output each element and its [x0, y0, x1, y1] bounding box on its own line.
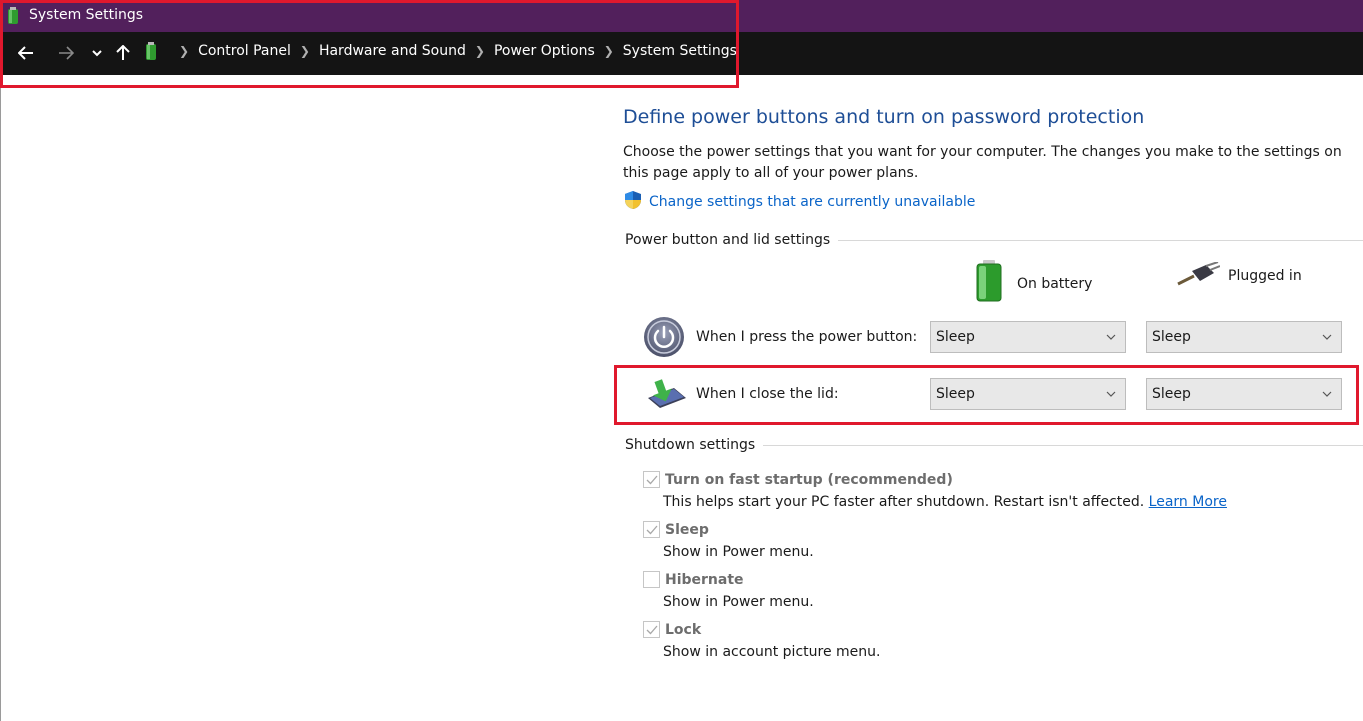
sleep-checkbox[interactable] — [643, 521, 660, 538]
select-value: Sleep — [936, 386, 975, 402]
close-lid-plugged-select[interactable]: Sleep — [1146, 378, 1342, 410]
power-button-icon — [643, 316, 685, 362]
hibernate-label: Hibernate — [665, 571, 744, 588]
breadcrumb-system-settings[interactable]: System Settings — [623, 43, 737, 59]
chevron-down-icon — [1321, 388, 1333, 404]
window-title: System Settings — [29, 7, 144, 23]
laptop-lid-icon — [644, 376, 688, 416]
lock-description: Show in account picture menu. — [663, 644, 881, 660]
lock-label: Lock — [665, 621, 702, 638]
hibernate-checkbox[interactable] — [643, 571, 660, 588]
window-border — [0, 75, 1, 721]
lock-option: Lock — [643, 621, 701, 638]
learn-more-link[interactable]: Learn More — [1149, 494, 1227, 510]
on-battery-label: On battery — [1017, 276, 1093, 292]
breadcrumb-power-options[interactable]: Power Options — [494, 43, 595, 59]
plugged-in-header: Plugged in — [1176, 261, 1302, 290]
chevron-right-icon[interactable]: ❯ — [604, 44, 614, 58]
lock-checkbox[interactable] — [643, 621, 660, 638]
close-lid-label: When I close the lid: — [696, 386, 839, 402]
chevron-down-icon — [1105, 388, 1117, 404]
up-arrow-icon[interactable] — [112, 42, 134, 64]
select-value: Sleep — [1152, 329, 1191, 345]
power-plug-icon — [1176, 261, 1221, 290]
address-bar: ❯ Control Panel ❯ Hardware and Sound ❯ P… — [0, 32, 1363, 75]
battery-icon — [973, 260, 1005, 306]
sleep-description: Show in Power menu. — [663, 544, 814, 560]
chevron-right-icon[interactable]: ❯ — [179, 44, 189, 58]
select-value: Sleep — [1152, 386, 1191, 402]
breadcrumb: ❯ Control Panel ❯ Hardware and Sound ❯ P… — [170, 43, 737, 59]
forward-arrow-icon[interactable] — [55, 42, 77, 64]
fast-startup-option: Turn on fast startup (recommended) — [643, 471, 953, 488]
power-section-title: Power button and lid settings — [625, 232, 839, 248]
breadcrumb-hardware-and-sound[interactable]: Hardware and Sound — [319, 43, 466, 59]
on-battery-header: On battery — [973, 260, 1093, 306]
change-settings-link[interactable]: Change settings that are currently unava… — [623, 190, 975, 214]
battery-app-icon — [6, 7, 20, 29]
power-button-battery-select[interactable]: Sleep — [930, 321, 1126, 353]
shutdown-section-title: Shutdown settings — [625, 437, 764, 453]
plugged-in-label: Plugged in — [1228, 268, 1302, 284]
hibernate-description: Show in Power menu. — [663, 594, 814, 610]
chevron-down-icon — [1321, 331, 1333, 347]
back-arrow-icon[interactable] — [15, 42, 37, 64]
power-button-plugged-select[interactable]: Sleep — [1146, 321, 1342, 353]
uac-shield-icon — [623, 190, 643, 214]
battery-location-icon — [144, 41, 158, 65]
select-value: Sleep — [936, 329, 975, 345]
chevron-down-icon[interactable] — [86, 42, 108, 64]
sleep-label: Sleep — [665, 521, 709, 538]
fast-startup-label: Turn on fast startup (recommended) — [665, 471, 953, 488]
fast-startup-description-text: This helps start your PC faster after sh… — [663, 494, 1145, 510]
change-settings-text[interactable]: Change settings that are currently unava… — [649, 194, 975, 210]
sleep-option: Sleep — [643, 521, 709, 538]
chevron-right-icon[interactable]: ❯ — [475, 44, 485, 58]
fast-startup-checkbox[interactable] — [643, 471, 660, 488]
page-description: Choose the power settings that you want … — [623, 144, 1342, 181]
chevron-right-icon[interactable]: ❯ — [300, 44, 310, 58]
close-lid-battery-select[interactable]: Sleep — [930, 378, 1126, 410]
fast-startup-description: This helps start your PC faster after sh… — [663, 494, 1227, 510]
chevron-down-icon — [1105, 331, 1117, 347]
page-title: Define power buttons and turn on passwor… — [623, 106, 1145, 128]
hibernate-option: Hibernate — [643, 571, 744, 588]
breadcrumb-control-panel[interactable]: Control Panel — [198, 43, 291, 59]
title-bar: System Settings — [0, 0, 1363, 32]
power-button-label: When I press the power button: — [696, 329, 918, 345]
